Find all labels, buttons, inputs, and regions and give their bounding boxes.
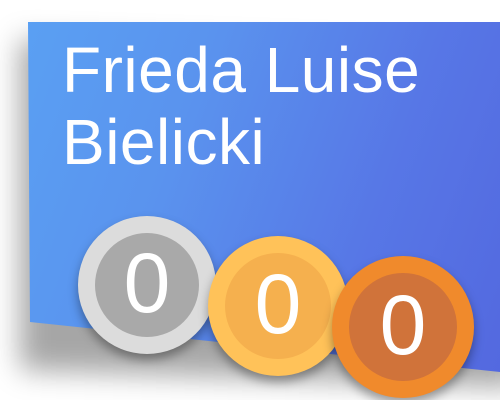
player-first-names: Frieda Luise xyxy=(62,34,421,106)
silver-medal-icon: 0 xyxy=(78,216,216,354)
player-name: Frieda Luise Bielicki xyxy=(62,34,420,178)
gold-medal-count: 0 xyxy=(254,256,302,351)
bronze-medal-face: 0 xyxy=(349,273,457,381)
player-card-stage: Frieda Luise Bielicki 0 0 0 xyxy=(0,0,500,400)
player-last-name: Bielicki xyxy=(62,106,266,178)
bronze-medal-count: 0 xyxy=(379,278,427,372)
silver-medal-face: 0 xyxy=(94,232,200,338)
gold-medal-face: 0 xyxy=(224,252,332,360)
silver-medal-count: 0 xyxy=(123,236,171,330)
bronze-medal-icon: 0 xyxy=(332,256,474,398)
gold-medal-icon: 0 xyxy=(208,236,348,376)
